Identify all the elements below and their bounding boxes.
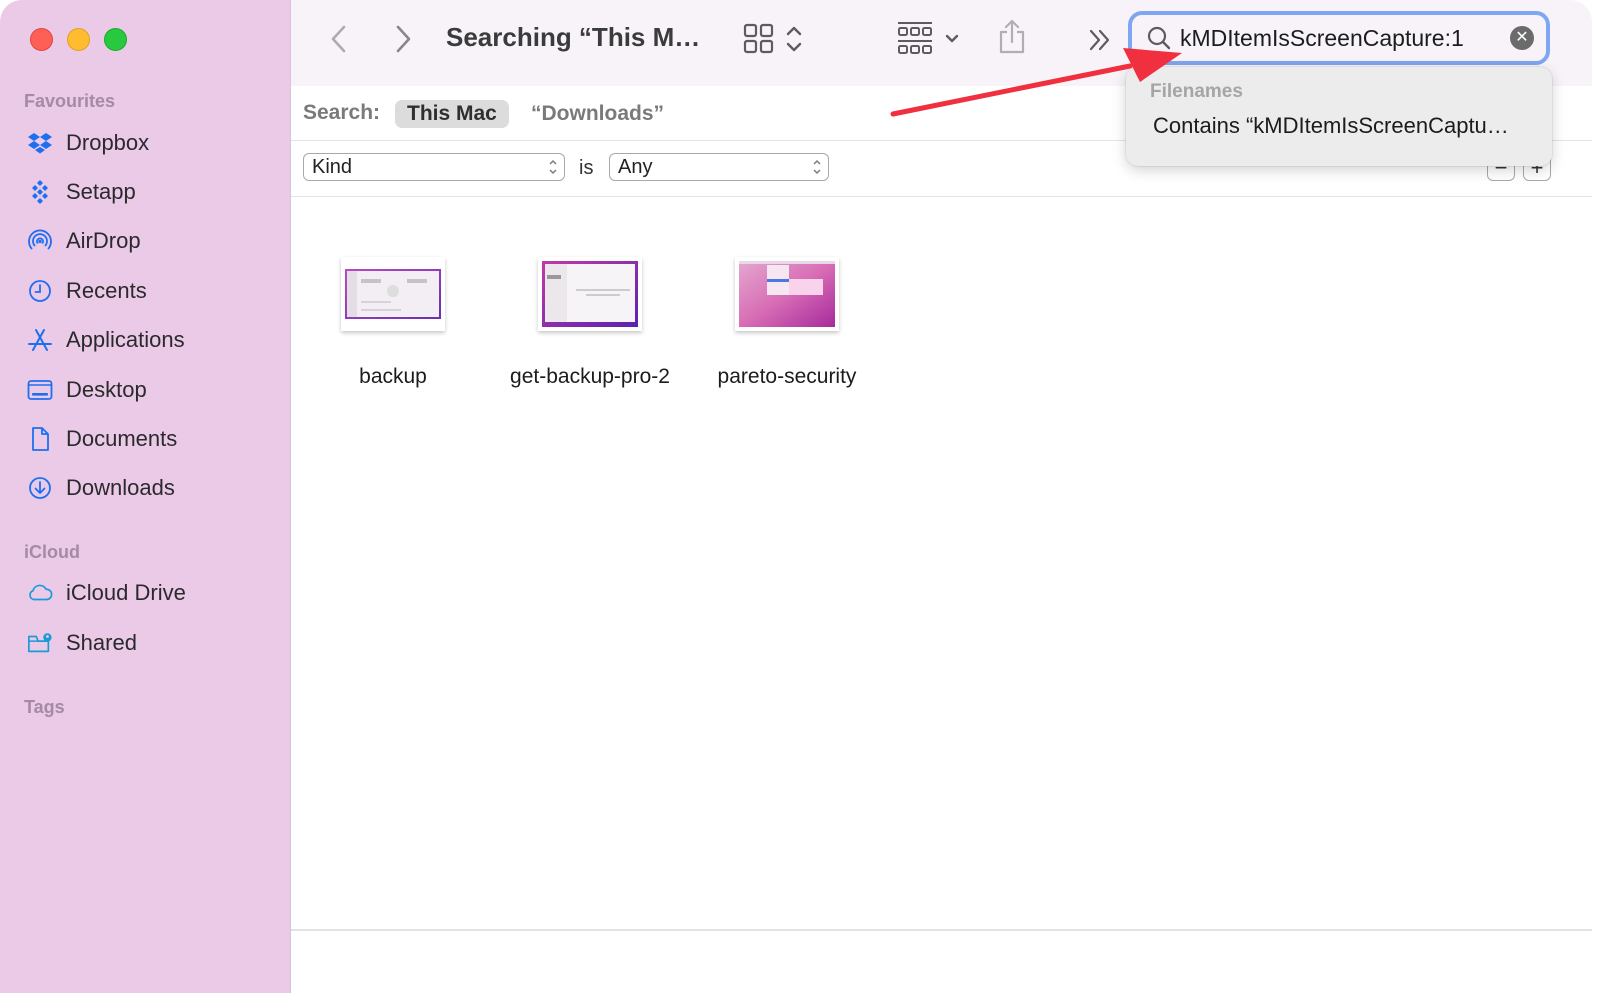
suggestion-item[interactable]: Contains “kMDItemIsScreenCaptu… [1153, 113, 1509, 139]
dropbox-icon [26, 129, 54, 157]
scope-downloads[interactable]: “Downloads” [519, 100, 676, 128]
sidebar-item-label: Dropbox [66, 130, 150, 155]
close-window-button[interactable] [30, 28, 53, 51]
setapp-icon [26, 178, 54, 206]
window-controls [30, 28, 127, 51]
sidebar-item-setapp[interactable]: Setapp [26, 175, 136, 209]
group-icon [898, 22, 932, 54]
applications-icon [26, 326, 54, 354]
file-name: get-backup-pro-2 [510, 365, 670, 388]
updown-chevron-icon [813, 160, 821, 174]
sidebar-item-label: Setapp [66, 179, 136, 204]
sidebar-item-documents[interactable]: Documents [26, 422, 177, 456]
sidebar-item-label: iCloud Drive [66, 580, 186, 605]
chevron-down-icon [945, 34, 959, 43]
screenshot-thumbnail-icon [345, 269, 441, 319]
file-name: pareto-security [717, 365, 857, 388]
sidebar: Favourites Dropbox Setapp AirDrop Recent… [0, 0, 291, 993]
airdrop-icon [26, 227, 54, 255]
sidebar-item-label: Shared [66, 630, 137, 655]
file-item[interactable]: backup [293, 257, 493, 389]
sidebar-item-dropbox[interactable]: Dropbox [26, 126, 149, 160]
shared-folder-icon [26, 629, 54, 657]
search-icon [1147, 26, 1171, 50]
search-field[interactable]: ✕ [1128, 11, 1550, 65]
sidebar-item-label: Desktop [66, 377, 147, 402]
view-mode-button[interactable] [742, 22, 812, 56]
sidebar-section-icloud: iCloud [24, 542, 80, 562]
search-input[interactable] [1180, 23, 1500, 53]
sidebar-item-label: Documents [66, 426, 178, 451]
group-by-button[interactable] [896, 20, 970, 58]
finder-window: Favourites Dropbox Setapp AirDrop Recent… [0, 0, 1592, 993]
file-item[interactable]: pareto-security [687, 257, 887, 389]
window-title: Searching “This M… [446, 22, 701, 52]
value-value: Any [618, 156, 653, 178]
sidebar-item-applications[interactable]: Applications [26, 323, 185, 357]
double-chevron-icon [1089, 29, 1110, 51]
back-button[interactable] [327, 22, 351, 56]
file-thumbnail [538, 257, 642, 331]
chevron-left-icon [331, 25, 346, 53]
file-thumbnail [735, 257, 839, 331]
clear-search-button[interactable]: ✕ [1510, 26, 1534, 50]
sidebar-item-label: Recents [66, 278, 147, 303]
share-button[interactable] [997, 18, 1027, 58]
updown-chevron-icon [549, 160, 557, 174]
share-icon [999, 19, 1025, 54]
cloud-icon [26, 579, 54, 607]
grid-view-icon [743, 23, 774, 54]
sidebar-section-favourites: Favourites [24, 91, 116, 111]
chevron-right-icon [396, 25, 411, 53]
attribute-value: Kind [312, 156, 353, 178]
suggestions-header: Filenames [1150, 81, 1243, 102]
download-icon [26, 474, 54, 502]
sidebar-item-downloads[interactable]: Downloads [26, 471, 175, 505]
file-name: backup [359, 365, 427, 388]
sidebar-item-label: AirDrop [66, 228, 141, 253]
clear-icon: ✕ [1515, 29, 1529, 46]
zoom-window-button[interactable] [104, 28, 127, 51]
status-bar [291, 929, 1592, 993]
file-item[interactable]: get-backup-pro-2 [490, 257, 690, 389]
screenshot-thumbnail-icon [542, 261, 638, 327]
scope-label: Search: [303, 101, 381, 124]
sidebar-section-tags: Tags [24, 697, 65, 717]
sidebar-item-label: Applications [66, 327, 185, 352]
attribute-popup[interactable]: Kind [303, 153, 565, 181]
search-suggestions-dropdown: Filenames Contains “kMDItemIsScreenCaptu… [1126, 67, 1552, 166]
sidebar-item-desktop[interactable]: Desktop [26, 373, 147, 407]
sidebar-item-recents[interactable]: Recents [26, 274, 147, 308]
desktop-icon [26, 376, 54, 404]
sidebar-item-airdrop[interactable]: AirDrop [26, 224, 141, 258]
more-toolbar-button[interactable] [1087, 26, 1113, 54]
clock-icon [26, 277, 54, 305]
forward-button[interactable] [391, 22, 415, 56]
results-area: backup get-backup-pro-2 pareto-security [291, 197, 1592, 930]
file-thumbnail [341, 257, 445, 331]
scope-this-mac[interactable]: This Mac [395, 100, 509, 128]
value-popup[interactable]: Any [609, 153, 829, 181]
operator-label: is [579, 157, 594, 179]
document-icon [26, 425, 54, 453]
updown-chevron-icon [786, 26, 802, 52]
sidebar-item-shared[interactable]: Shared [26, 626, 137, 660]
sidebar-item-icloud-drive[interactable]: iCloud Drive [26, 576, 186, 610]
sidebar-item-label: Downloads [66, 475, 175, 500]
screenshot-thumbnail-icon [739, 261, 835, 327]
minimize-window-button[interactable] [67, 28, 90, 51]
